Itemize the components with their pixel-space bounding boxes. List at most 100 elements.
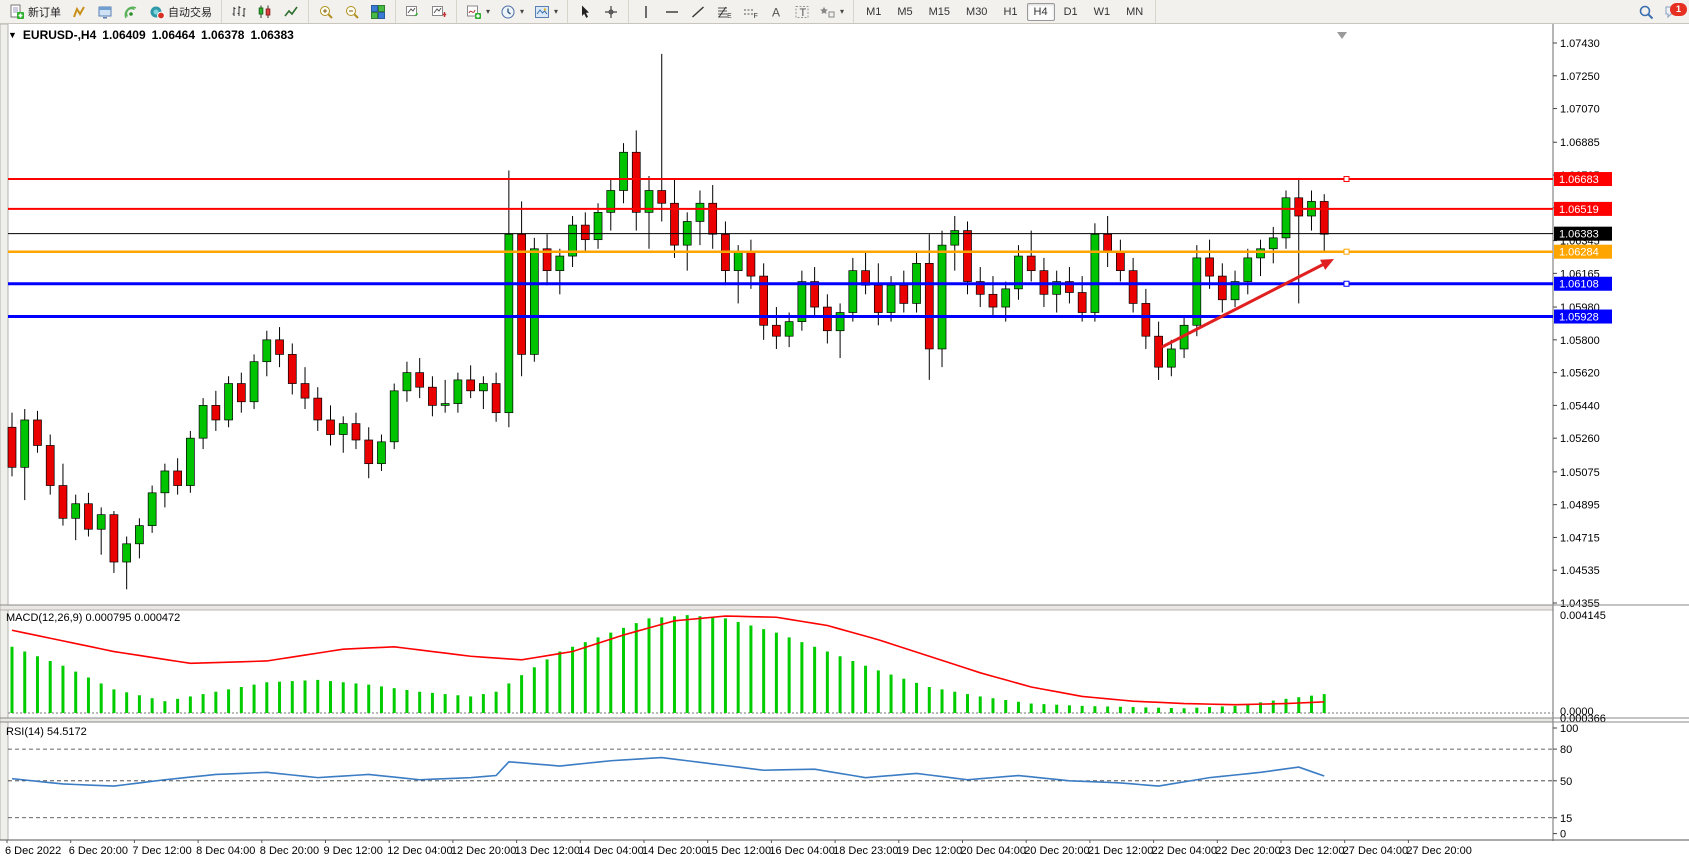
text-button[interactable]: A xyxy=(764,1,788,23)
tf-m1-button[interactable]: M1 xyxy=(859,3,888,21)
rsi-axis-label: 0 xyxy=(1560,829,1566,841)
line-handle[interactable] xyxy=(1344,281,1349,286)
terminal-button[interactable] xyxy=(93,1,117,23)
zoom-in-button[interactable] xyxy=(314,1,338,23)
candle-bear xyxy=(428,387,436,405)
tf-h4-label: H4 xyxy=(1034,6,1048,18)
candle-bull xyxy=(1091,234,1099,312)
vertical-line-icon xyxy=(638,4,654,20)
chart-high: 1.06464 xyxy=(152,28,195,42)
candle-bull xyxy=(377,442,385,464)
price-tick-label: 1.04715 xyxy=(1560,532,1600,544)
tf-m5-label: M5 xyxy=(897,6,912,18)
tf-m30-button[interactable]: M30 xyxy=(959,3,994,21)
tf-h1-button[interactable]: H1 xyxy=(996,3,1024,21)
candle-bull xyxy=(951,231,959,246)
bar-chart-button[interactable] xyxy=(227,1,251,23)
signals-button[interactable] xyxy=(119,1,143,23)
trendline-icon xyxy=(690,4,706,20)
equidistant-channel-button[interactable]: F xyxy=(738,1,762,23)
chart-collapse-icon[interactable]: ▼ xyxy=(8,30,17,40)
candlestick-button[interactable] xyxy=(253,1,277,23)
tf-m5-button[interactable]: M5 xyxy=(890,3,919,21)
candle-bull xyxy=(556,256,564,271)
notifications-button[interactable]: 1 xyxy=(1660,1,1684,23)
tf-h4-button[interactable]: H4 xyxy=(1027,3,1055,21)
charts-icon xyxy=(71,4,87,20)
chart-shift-button[interactable] xyxy=(427,1,451,23)
candle-bull xyxy=(250,362,258,402)
pane-splitter[interactable] xyxy=(0,718,1553,722)
dropdown-caret-icon[interactable]: ▾ xyxy=(840,7,844,16)
fibonacci-button[interactable]: E xyxy=(712,1,736,23)
price-badge-label: 1.06108 xyxy=(1559,279,1599,291)
search-button[interactable] xyxy=(1634,1,1658,23)
candle-bear xyxy=(276,340,284,355)
rsi-indicator-label: RSI(14) 54.5172 xyxy=(6,726,87,738)
chart-symbol-period: EURUSD-,H4 xyxy=(23,28,96,42)
tf-h1-label: H1 xyxy=(1003,6,1017,18)
zoom-out-button[interactable] xyxy=(340,1,364,23)
price-tick-label: 1.07430 xyxy=(1560,38,1600,50)
cursor-button[interactable] xyxy=(573,1,597,23)
price-tick-label: 1.05075 xyxy=(1560,467,1600,479)
auto-trading-button[interactable]: 自动交易 xyxy=(145,1,216,23)
candle-bear xyxy=(352,424,360,440)
candle-bear xyxy=(772,325,780,336)
crosshair-button[interactable] xyxy=(599,1,623,23)
macd-axis-label: 0.004145 xyxy=(1560,610,1606,622)
time-axis-label: 23 Dec 12:00 xyxy=(1279,845,1344,857)
candle-bear xyxy=(416,373,424,388)
new-order-label: 新订单 xyxy=(28,4,61,20)
trendline-button[interactable] xyxy=(686,1,710,23)
periods-button[interactable]: ▾ xyxy=(496,1,528,23)
templates-button[interactable]: ▾ xyxy=(530,1,562,23)
tf-mn-button[interactable]: MN xyxy=(1119,3,1150,21)
line-chart-button[interactable] xyxy=(279,1,303,23)
horizontal-line-icon xyxy=(664,4,680,20)
text-label-button[interactable]: T xyxy=(790,1,814,23)
indicators-button[interactable]: ▾ xyxy=(462,1,494,23)
line-handle[interactable] xyxy=(1344,249,1349,254)
periods-icon xyxy=(500,4,516,20)
toolbar-group: EFAT ▾ xyxy=(629,0,854,23)
auto-scroll-button[interactable] xyxy=(401,1,425,23)
time-axis-label: 22 Dec 20:00 xyxy=(1215,845,1280,857)
line-handle[interactable] xyxy=(1344,177,1349,182)
svg-text:E: E xyxy=(727,13,732,20)
chart-canvas[interactable]: 1.074301.072501.070701.068851.067051.065… xyxy=(0,24,1689,860)
pane-splitter[interactable] xyxy=(0,605,1553,610)
candle-bear xyxy=(1295,198,1303,216)
candle-bull xyxy=(390,391,398,442)
tf-mn-label: MN xyxy=(1126,6,1143,18)
dropdown-caret-icon[interactable]: ▾ xyxy=(486,7,490,16)
tile-windows-button[interactable] xyxy=(366,1,390,23)
candle-bear xyxy=(46,445,54,485)
toolbar: 新订单 自动交易 ▾ ▾ ▾ EFAT ▾ M1 M5 M15M30 H1 H4 D1W1 MN 1 xyxy=(0,0,1689,24)
cursor-icon xyxy=(577,4,593,20)
candle-bear xyxy=(925,263,933,349)
horizontal-line-button[interactable] xyxy=(660,1,684,23)
rsi-axis-label: 80 xyxy=(1560,744,1572,756)
dropdown-caret-icon[interactable]: ▾ xyxy=(554,7,558,16)
price-badge-label: 1.06683 xyxy=(1559,174,1599,186)
tf-w1-button[interactable]: W1 xyxy=(1087,3,1118,21)
dropdown-caret-icon[interactable]: ▾ xyxy=(520,7,524,16)
candle-bear xyxy=(811,282,819,307)
vertical-line-button[interactable] xyxy=(634,1,658,23)
shapes-button[interactable]: ▾ xyxy=(816,1,848,23)
toolbar-group: 新订单 自动交易 xyxy=(0,0,222,23)
price-tick-label: 1.04895 xyxy=(1560,500,1600,512)
tf-m15-button[interactable]: M15 xyxy=(922,3,957,21)
candle-bull xyxy=(72,504,80,519)
charts-button[interactable] xyxy=(67,1,91,23)
candle-bear xyxy=(581,225,589,240)
new-order-button[interactable]: 新订单 xyxy=(5,1,65,23)
time-axis-label: 22 Dec 04:00 xyxy=(1152,845,1217,857)
candle-bear xyxy=(632,152,640,212)
rsi-axis-label: 50 xyxy=(1560,776,1572,788)
auto-trading-icon xyxy=(149,4,165,20)
candle-bear xyxy=(212,405,220,420)
candle-bull xyxy=(1282,198,1290,238)
tf-d1-button[interactable]: D1 xyxy=(1057,3,1085,21)
